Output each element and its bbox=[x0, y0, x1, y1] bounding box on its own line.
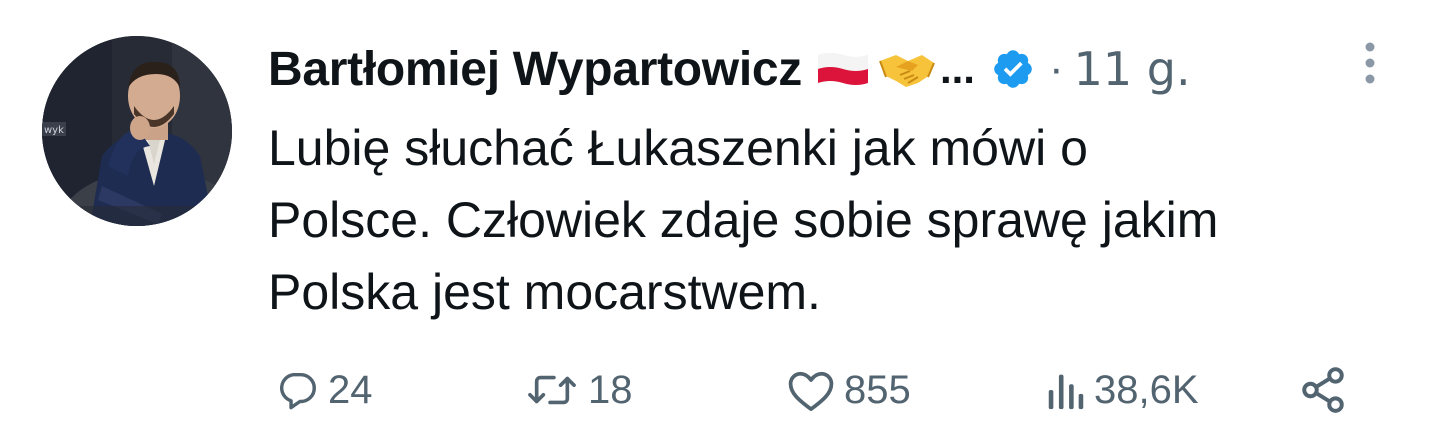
views-icon bbox=[1048, 374, 1084, 410]
like-count: 855 bbox=[844, 367, 911, 412]
action-bar: 24 18 855 38,6K bbox=[268, 358, 1368, 422]
svg-text:wyk: wyk bbox=[44, 125, 64, 136]
retweet-icon bbox=[528, 375, 576, 405]
name-ellipsis: ... bbox=[939, 45, 975, 92]
more-vertical-icon[interactable] bbox=[1360, 40, 1380, 90]
retweet-button[interactable]: 18 bbox=[524, 358, 633, 422]
reply-icon bbox=[280, 372, 316, 410]
heart-icon bbox=[788, 371, 834, 412]
tweet-header: Bartłomiej Wypartowicz ... · 11 g. bbox=[268, 36, 1191, 102]
avatar-photo: wyk bbox=[42, 36, 232, 226]
like-button[interactable]: 855 bbox=[786, 358, 911, 422]
share-button[interactable] bbox=[1298, 358, 1348, 422]
reply-button[interactable]: 24 bbox=[274, 358, 373, 422]
separator-dot: · bbox=[1048, 44, 1064, 93]
retweet-count: 18 bbox=[588, 367, 633, 412]
views-count: 38,6K bbox=[1094, 367, 1199, 412]
tweet[interactable]: wyk Bartłomiej Wypartowicz ... · 11 g. L… bbox=[0, 0, 1440, 436]
reply-count: 24 bbox=[328, 367, 373, 412]
author-name[interactable]: Bartłomiej Wypartowicz bbox=[268, 42, 802, 97]
tweet-timestamp[interactable]: 11 g. bbox=[1074, 42, 1191, 96]
share-icon bbox=[1302, 367, 1344, 413]
verified-badge-icon[interactable] bbox=[991, 47, 1035, 91]
views-button[interactable]: 38,6K bbox=[1046, 358, 1199, 422]
poland-flag-icon bbox=[817, 53, 868, 85]
tweet-text: Lubię słuchać Łukaszenki jak mówi o Pols… bbox=[268, 120, 1219, 320]
handshake-icon bbox=[879, 55, 935, 87]
avatar[interactable]: wyk bbox=[42, 36, 232, 226]
